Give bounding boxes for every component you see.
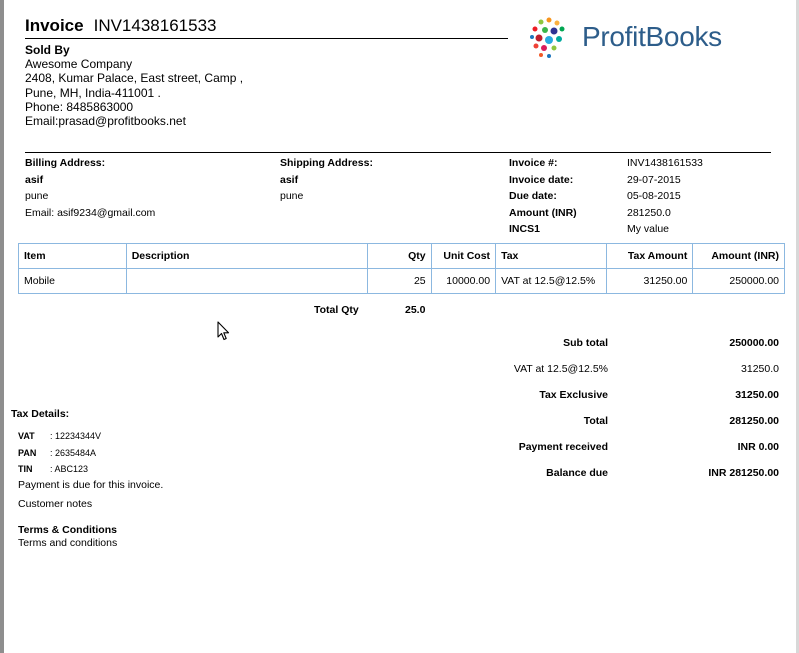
cell-tax: VAT at 12.5@12.5%: [495, 268, 607, 294]
invoice-meta-value: 29-07-2015: [627, 173, 681, 186]
invoice-meta-label: Invoice #:: [509, 157, 558, 169]
customer-notes: Customer notes: [18, 498, 93, 510]
tax-details-heading: Tax Details:: [11, 408, 70, 420]
billing-city: pune: [25, 190, 49, 202]
terms-text: Terms and conditions: [18, 537, 118, 549]
tax-key-pan: PAN: [18, 447, 37, 458]
table-header-row: Item Description Qty Unit Cost Tax Tax A…: [18, 243, 785, 269]
invoice-meta-value: My value: [627, 223, 670, 235]
column-header-tax-amount: Tax Amount: [605, 243, 694, 269]
tax-value-tin: : ABC123: [50, 464, 89, 474]
shipping-name: asif: [280, 173, 299, 186]
summary-values: 250000.00 31250.0 31250.00 281250.00 INR…: [708, 330, 779, 486]
tax-details-values: : 12234344V : 2635484A : ABC123: [50, 428, 101, 478]
shipping-address-block: Shipping Address: asif pune: [280, 155, 373, 205]
tax-key-tin: TIN: [18, 464, 33, 474]
seller-line: Awesome Company: [25, 57, 133, 72]
summary-value-balance-due: INR 281250.00: [708, 467, 779, 479]
column-header-description: Description: [125, 243, 369, 269]
shipping-heading: Shipping Address:: [280, 157, 373, 169]
column-header-amount: Amount (INR): [692, 243, 785, 269]
invoice-meta-label: Amount (INR): [509, 206, 577, 219]
tax-value-pan: : 2635484A: [50, 447, 97, 458]
summary-label-tax-exclusive: Tax Exclusive: [539, 389, 608, 401]
invoice-meta-value: 281250.0: [627, 206, 671, 219]
invoice-meta-label: Invoice date:: [509, 173, 574, 186]
invoice-title: Invoice INV1438161533: [25, 16, 216, 36]
seller-line: Pune, MH, India-411001 .: [25, 85, 161, 100]
summary-value-payment-received: INR 0.00: [737, 441, 779, 453]
summary-labels: Sub total VAT at 12.5@12.5% Tax Exclusiv…: [514, 330, 608, 486]
column-header-tax: Tax: [495, 243, 607, 269]
tax-key-vat: VAT: [18, 431, 35, 441]
summary-label-balance-due: Balance due: [546, 467, 608, 479]
tax-value-vat: : 12234344V: [50, 431, 102, 441]
invoice-meta-values: INV1438161533 29-07-2015 05-08-2015 2812…: [627, 155, 703, 238]
column-header-item: Item: [18, 243, 127, 269]
summary-value-total: 281250.00: [729, 415, 779, 427]
summary-label-subtotal: Sub total: [563, 337, 608, 349]
title-divider: [25, 38, 508, 39]
seller-line: Phone: 8485863000: [25, 99, 134, 114]
column-header-qty: Qty: [367, 243, 432, 269]
company-logo: ProfitBooks: [527, 16, 737, 62]
cell-item: Mobile: [18, 268, 127, 294]
total-qty-value: 25.0: [405, 304, 426, 316]
address-divider: [25, 152, 771, 153]
seller-block: Sold By Awesome Company 2408, Kumar Pala…: [25, 43, 243, 128]
tax-details-keys: VAT PAN TIN: [18, 428, 36, 478]
viewer-left-border: [0, 0, 4, 653]
cell-unit-cost: 10000.00: [430, 268, 497, 294]
terms-heading: Terms & Conditions: [18, 524, 117, 536]
shipping-city: pune: [280, 190, 304, 202]
seller-line: 2408, Kumar Palace, East street, Camp ,: [25, 71, 244, 86]
billing-address-block: Billing Address: asif pune Email: asif92…: [25, 155, 155, 221]
summary-label-vat: VAT at 12.5@12.5%: [513, 363, 608, 375]
logo-wordmark: ProfitBooks: [582, 21, 722, 52]
cell-amount: 250000.00: [692, 268, 785, 294]
line-items-table: Item Description Qty Unit Cost Tax Tax A…: [18, 243, 785, 294]
column-header-unit-cost: Unit Cost: [430, 243, 497, 269]
summary-label-total: Total: [583, 415, 608, 427]
cell-qty: 25: [367, 268, 432, 294]
billing-email: Email: asif9234@gmail.com: [25, 206, 156, 219]
seller-heading: Sold By: [25, 43, 70, 57]
seller-line: Email:prasad@profitbooks.net: [25, 114, 186, 129]
invoice-title-number: INV1438161533: [93, 16, 217, 35]
logo-dots-icon: [530, 17, 565, 58]
summary-value-tax-exclusive: 31250.00: [735, 389, 779, 401]
billing-heading: Billing Address:: [25, 157, 106, 169]
invoice-meta-value: 05-08-2015: [627, 190, 681, 202]
total-qty-label: Total Qty: [314, 304, 359, 316]
billing-name: asif: [25, 173, 44, 186]
payment-note: Payment is due for this invoice.: [18, 479, 164, 491]
summary-value-vat: 31250.0: [741, 363, 779, 375]
invoice-title-label: Invoice: [25, 16, 84, 35]
invoice-meta-labels: Invoice #: Invoice date: Due date: Amoun…: [509, 155, 577, 238]
cell-tax-amount: 31250.00: [605, 268, 694, 294]
invoice-meta-value: INV1438161533: [627, 157, 703, 169]
mouse-cursor-icon: [217, 321, 230, 341]
cell-description: [125, 268, 369, 294]
summary-value-subtotal: 250000.00: [729, 337, 779, 349]
invoice-meta-label: INCS1: [509, 223, 540, 235]
summary-label-payment-received: Payment received: [518, 441, 608, 453]
table-row: Mobile 25 10000.00 VAT at 12.5@12.5% 312…: [18, 268, 785, 294]
invoice-meta-label: Due date:: [509, 190, 557, 202]
